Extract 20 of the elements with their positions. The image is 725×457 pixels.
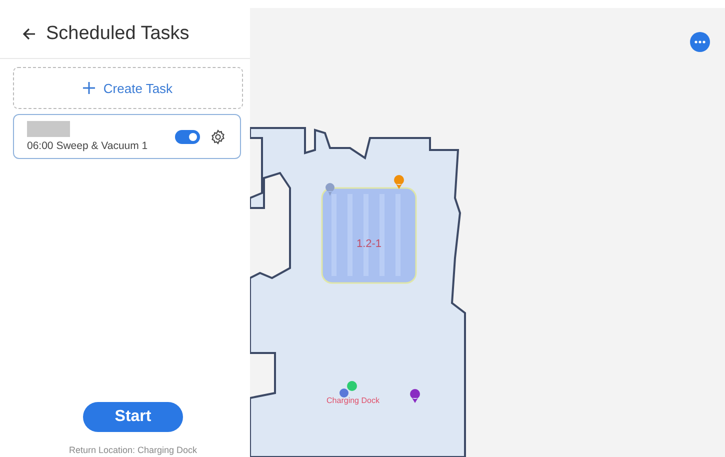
settings-icon[interactable] <box>210 128 226 144</box>
start-button[interactable]: Start <box>83 402 183 432</box>
plus-icon <box>83 82 96 94</box>
more-icon <box>694 40 706 44</box>
zone-label: 1.2-1 <box>356 238 382 250</box>
back-arrow-icon[interactable] <box>22 27 36 41</box>
task-label: 06:00 Sweep & Vacuum 1 <box>27 140 149 152</box>
map-pin-icon <box>394 175 404 189</box>
return-location-text: Return Location: Charging Dock <box>68 445 198 455</box>
map-pin-icon <box>326 183 334 196</box>
task-card[interactable]: 06:00 Sweep & Vacuum 1 <box>13 114 241 159</box>
dock-label: Charging Dock <box>326 396 380 405</box>
create-task-button[interactable]: Create Task <box>13 67 243 109</box>
toggle-switch[interactable] <box>175 130 200 144</box>
dock-icon <box>347 381 357 391</box>
map-pin-icon <box>410 389 420 403</box>
redacted-block <box>27 121 70 137</box>
more-options-button[interactable] <box>690 32 710 52</box>
page-title: Scheduled Tasks <box>46 23 190 45</box>
robot-icon <box>340 388 348 398</box>
